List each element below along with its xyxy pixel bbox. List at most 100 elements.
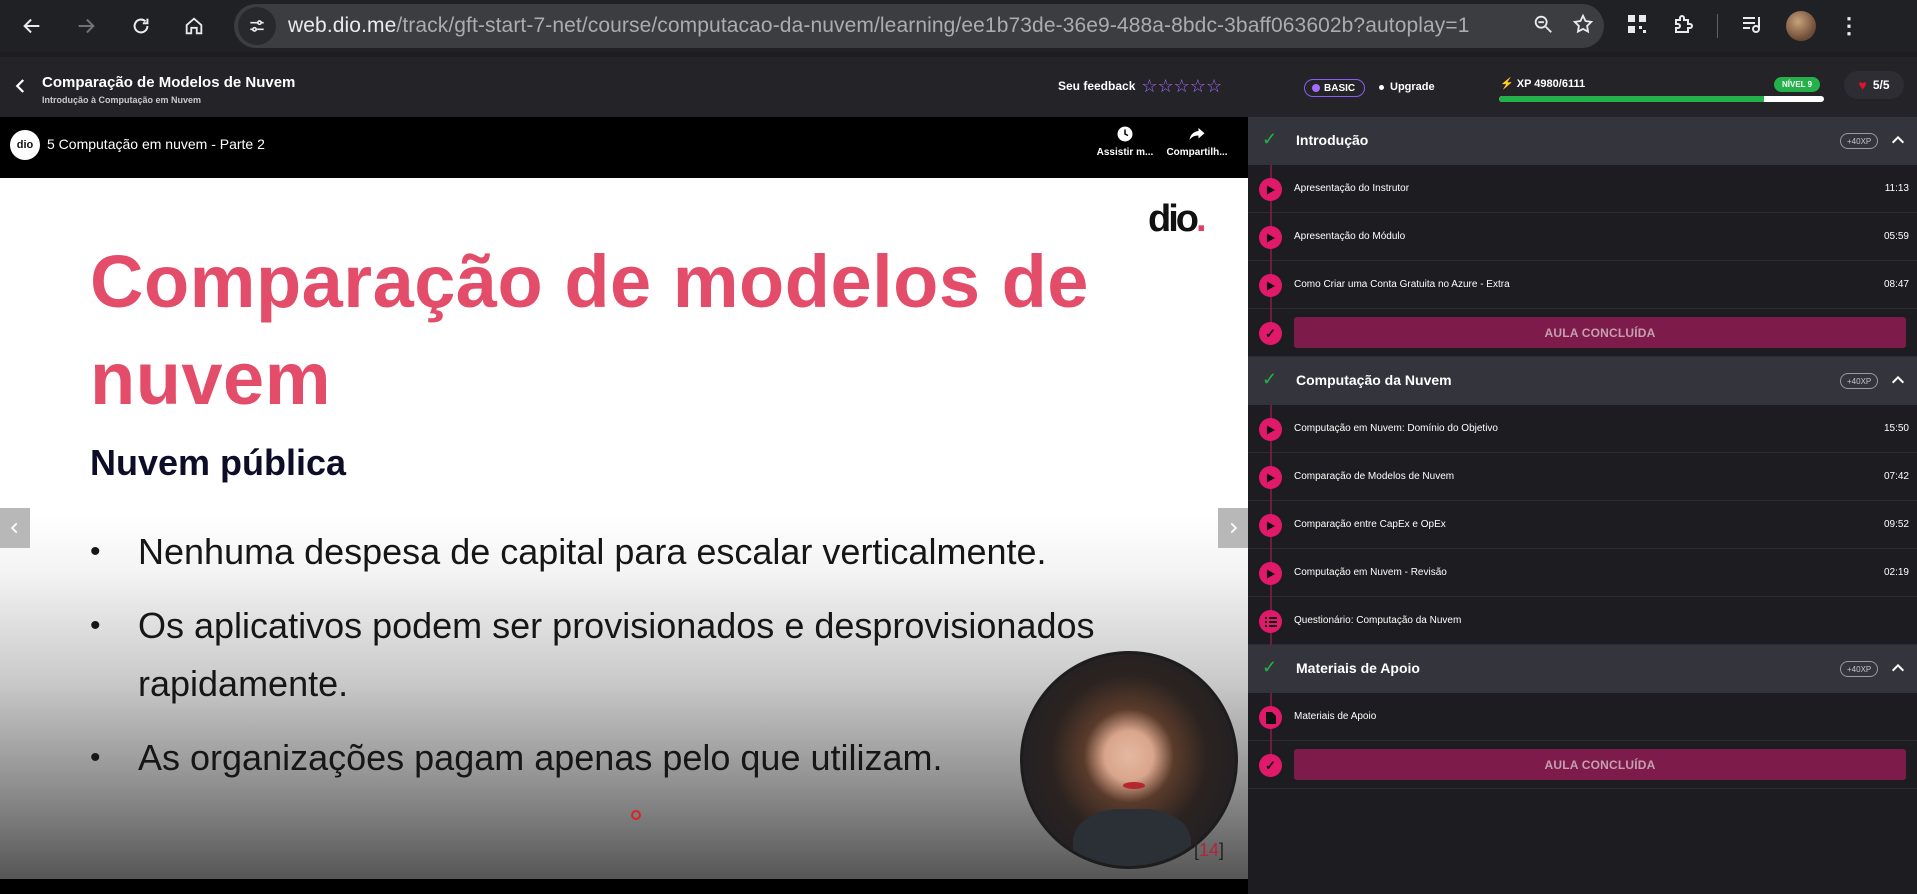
chevron-left-icon xyxy=(10,522,18,534)
play-icon xyxy=(1259,274,1282,297)
quiz-item[interactable]: Questionário: Computação da Nuvem xyxy=(1248,597,1917,645)
course-subtitle: Introdução à Computação em Nuvem xyxy=(42,95,202,105)
section-header-materiais-de-apoio[interactable]: ✓ Materiais de Apoio +40XP xyxy=(1248,645,1917,693)
star-icon[interactable]: ☆ xyxy=(1141,77,1157,95)
check-icon: ✓ xyxy=(1262,657,1278,677)
section-header-introducao[interactable]: ✓ Introdução +40XP xyxy=(1248,117,1917,165)
check-icon: ✓ xyxy=(1262,369,1278,389)
share-arrow-icon xyxy=(1189,128,1205,140)
lesson-duration: 11:13 xyxy=(1884,183,1909,194)
video-title[interactable]: 5 Computação em nuvem - Parte 2 xyxy=(47,136,265,152)
material-item[interactable]: Materiais de Apoio xyxy=(1248,693,1917,741)
lesson-title: Computação em Nuvem: Domínio do Objetivo xyxy=(1294,423,1498,434)
xp-counter: ⚡ XP 4980/6111 xyxy=(1500,77,1585,90)
share-button[interactable]: Compartilh... xyxy=(1162,125,1232,158)
slide-logo-text: dio xyxy=(1148,198,1199,240)
lesson-title: Comparação de Modelos de Nuvem xyxy=(42,74,296,91)
lesson-title: Apresentação do Módulo xyxy=(1294,231,1406,242)
qr-code-icon[interactable] xyxy=(1625,12,1649,41)
star-icon[interactable]: ☆ xyxy=(1190,77,1206,95)
reload-icon[interactable] xyxy=(121,6,161,46)
lesson-item[interactable]: Computação em Nuvem - Revisão 02:19 xyxy=(1248,549,1917,597)
webcam-face-detail xyxy=(1123,782,1145,789)
toolbar-divider xyxy=(1717,14,1718,38)
chevron-up-icon[interactable] xyxy=(1890,372,1906,393)
back-chevron-icon[interactable] xyxy=(12,77,30,100)
xp-progress-fill xyxy=(1499,96,1764,102)
slide-logo: dio. xyxy=(1148,198,1206,241)
upgrade-link[interactable]: Upgrade xyxy=(1379,81,1435,93)
lesson-item-current[interactable]: Comparação de Modelos de Nuvem 07:42 xyxy=(1248,453,1917,501)
check-circle-icon: ✓ xyxy=(1259,754,1282,777)
section-title: Computação da Nuvem xyxy=(1296,372,1452,388)
media-queue-icon[interactable] xyxy=(1740,12,1764,41)
lesson-item[interactable]: Apresentação do Instrutor 11:13 xyxy=(1248,165,1917,213)
star-icon[interactable]: ☆ xyxy=(1174,77,1190,95)
profile-avatar[interactable] xyxy=(1786,11,1816,41)
lesson-duration: 08:47 xyxy=(1883,279,1909,290)
url-host: web.dio.me xyxy=(288,14,397,37)
lesson-item[interactable]: Comparação entre CapEx e OpEx 09:52 xyxy=(1248,501,1917,549)
next-slide-button[interactable] xyxy=(1218,508,1248,548)
lesson-item[interactable]: Computação em Nuvem: Domínio do Objetivo… xyxy=(1248,405,1917,453)
address-bar[interactable]: web.dio.me/track/gft-start-7-net/course/… xyxy=(234,4,1604,48)
page-number-value: 14 xyxy=(1199,840,1220,860)
plan-label: BASIC xyxy=(1324,82,1356,94)
quiz-title: Questionário: Computação da Nuvem xyxy=(1294,615,1462,626)
slide-page-number: [14] xyxy=(1194,840,1224,861)
video-player[interactable]: dio. Comparação de modelos de nuvem Nuve… xyxy=(0,178,1248,879)
list-icon xyxy=(1259,610,1282,633)
watch-later-button[interactable]: Assistir m... xyxy=(1090,125,1160,158)
lesson-duration: 07:42 xyxy=(1883,471,1909,482)
heart-icon: ♥ xyxy=(1858,77,1867,93)
section-xp-badge: +40XP xyxy=(1840,373,1879,389)
zoom-icon[interactable] xyxy=(1532,13,1554,40)
extensions-puzzle-icon[interactable] xyxy=(1671,12,1695,41)
play-icon xyxy=(1259,514,1282,537)
star-icon[interactable]: ☆ xyxy=(1158,77,1174,95)
lives-value: 5/5 xyxy=(1872,78,1890,92)
slide-bullet: Nenhuma despesa de capital para escalar … xyxy=(90,523,1170,581)
lesson-complete-button[interactable]: AULA CONCLUÍDA xyxy=(1294,749,1906,780)
slide-bullet: As organizações pagam apenas pelo que ut… xyxy=(90,729,1170,787)
url-text[interactable]: web.dio.me/track/gft-start-7-net/course/… xyxy=(288,14,1470,38)
back-arrow-icon[interactable] xyxy=(12,6,52,46)
account-status-bar: BASIC Upgrade ⚡ XP 4980/6111 NÍVEL 9 ♥ 5/… xyxy=(1248,57,1917,117)
channel-logo[interactable]: dio xyxy=(10,130,40,160)
chevron-up-icon[interactable] xyxy=(1890,132,1906,153)
lives-counter: ♥ 5/5 xyxy=(1844,71,1904,99)
slide-subtitle: Nuvem pública xyxy=(90,442,347,483)
browser-toolbar: web.dio.me/track/gft-start-7-net/course/… xyxy=(0,0,1917,52)
video-title-bar: dio 5 Computação em nuvem - Parte 2 Assi… xyxy=(0,117,1248,178)
section-header-computacao-da-nuvem[interactable]: ✓ Computação da Nuvem +40XP xyxy=(1248,357,1917,405)
document-icon xyxy=(1259,706,1282,729)
chevron-up-icon[interactable] xyxy=(1890,660,1906,681)
forward-arrow-icon[interactable] xyxy=(66,6,106,46)
chevron-right-icon xyxy=(1230,522,1238,534)
browser-menu-icon[interactable]: ⋮ xyxy=(1838,13,1860,39)
slide-logo-dot: . xyxy=(1195,198,1206,240)
lesson-item[interactable]: Apresentação do Módulo 05:59 xyxy=(1248,213,1917,261)
play-icon xyxy=(1259,178,1282,201)
section-title: Materiais de Apoio xyxy=(1296,660,1420,676)
lesson-complete-button[interactable]: AULA CONCLUÍDA xyxy=(1294,317,1906,348)
lesson-item[interactable]: Como Criar uma Conta Gratuita no Azure -… xyxy=(1248,261,1917,309)
material-title: Materiais de Apoio xyxy=(1294,711,1377,722)
course-header: Comparação de Modelos de Nuvem Introduçã… xyxy=(0,57,1248,117)
lesson-complete-row: ✓ AULA CONCLUÍDA xyxy=(1248,741,1917,789)
bookmark-star-icon[interactable] xyxy=(1572,13,1594,40)
watch-later-label: Assistir m... xyxy=(1096,147,1154,158)
bullet-dot-icon xyxy=(1379,84,1384,90)
lesson-duration: 15:50 xyxy=(1883,423,1909,434)
previous-slide-button[interactable] xyxy=(0,508,30,548)
lesson-list: ✓ Introdução +40XP Apresentação do Instr… xyxy=(1248,117,1917,789)
site-settings-icon[interactable] xyxy=(238,7,276,45)
page-bracket-close: ] xyxy=(1219,840,1225,860)
star-icon[interactable]: ☆ xyxy=(1206,77,1222,95)
course-sidebar: BASIC Upgrade ⚡ XP 4980/6111 NÍVEL 9 ♥ 5/… xyxy=(1248,57,1917,894)
check-icon: ✓ xyxy=(1262,129,1278,149)
slide-bullet: Os aplicativos podem ser provisionados e… xyxy=(90,597,1170,713)
lesson-complete-row: ✓ AULA CONCLUÍDA xyxy=(1248,309,1917,357)
home-icon[interactable] xyxy=(174,6,214,46)
lesson-duration: 05:59 xyxy=(1883,231,1909,242)
